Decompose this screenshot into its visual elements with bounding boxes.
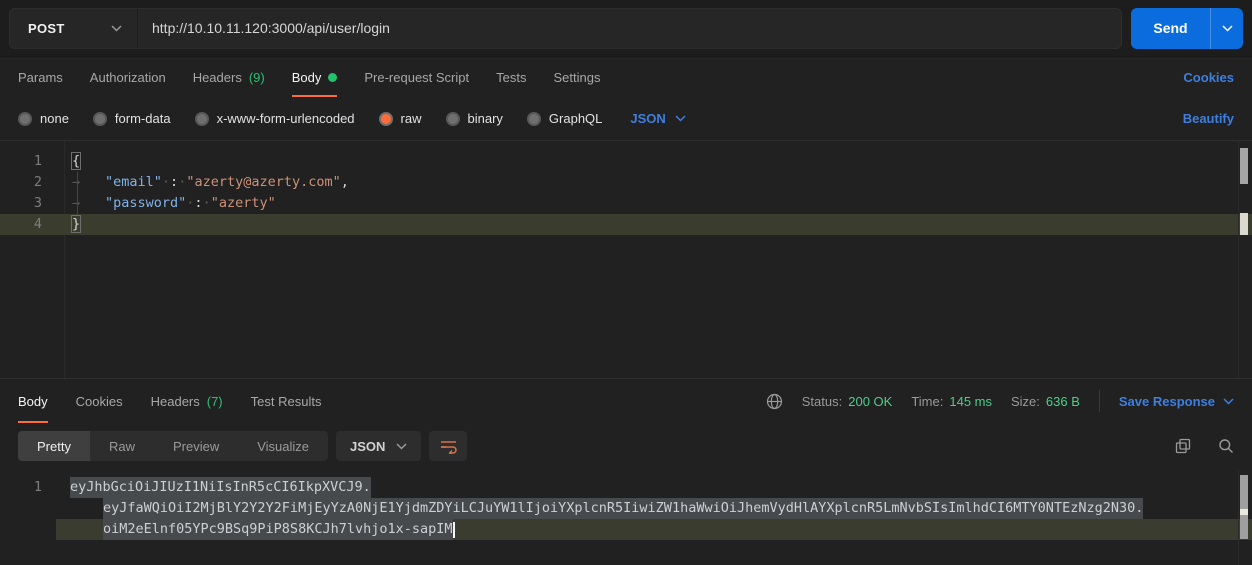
view-preview[interactable]: Preview <box>154 431 238 461</box>
radio-raw-selected-icon <box>379 112 393 126</box>
jwt-payload-segment: eyJfaWQiOiI2MjBlY2Y2Y2FiMjEyYzA0NjE1Yjdm… <box>103 498 1143 519</box>
radio-form-data[interactable]: form-data <box>93 111 171 126</box>
request-bar: POST http://10.10.11.120:3000/api/user/l… <box>9 8 1122 49</box>
response-scrollbar-thumb[interactable] <box>1240 475 1248 539</box>
raw-format-select[interactable]: JSON <box>630 111 685 126</box>
search-icon[interactable] <box>1218 438 1234 454</box>
editor-line-2: 2 →"email"·:·"azerty@azerty.com", <box>0 172 1252 193</box>
body-type-options: none form-data x-www-form-urlencoded raw… <box>0 97 1252 140</box>
request-url-bar: POST http://10.10.11.120:3000/api/user/l… <box>0 0 1252 57</box>
copy-icon[interactable] <box>1175 438 1191 454</box>
radio-none[interactable]: none <box>18 111 69 126</box>
cookies-link[interactable]: Cookies <box>1183 57 1234 97</box>
postman-window: POST http://10.10.11.120:3000/api/user/l… <box>0 0 1252 565</box>
editor-cursor-line-marker <box>1240 213 1248 235</box>
radio-graphql[interactable]: GraphQL <box>527 111 602 126</box>
time-value: 145 ms <box>949 394 992 409</box>
chevron-down-icon <box>1223 398 1234 405</box>
radio-urlencoded[interactable]: x-www-form-urlencoded <box>195 111 355 126</box>
view-raw[interactable]: Raw <box>90 431 154 461</box>
radio-form-data-icon <box>93 112 107 126</box>
response-line-1: 1 eyJhbGciOiJIUzI1NiIsInR5cCI6IkpXVCJ9. <box>0 477 1252 498</box>
line-number: 2 <box>0 172 56 193</box>
editor-line-3: 3 →"password"·:·"azerty" <box>0 193 1252 214</box>
editor-line-1: 1 { <box>0 151 1252 172</box>
chevron-down-icon <box>111 25 122 32</box>
request-body-editor[interactable]: 1 { 2 →"email"·:·"azerty@azerty.com", 3 … <box>0 141 1252 378</box>
tab-prerequest-script[interactable]: Pre-request Script <box>364 57 469 97</box>
tab-headers[interactable]: Headers (9) <box>193 57 265 97</box>
response-header: Body Cookies Headers (7) Test Results St… <box>0 378 1252 423</box>
beautify-link[interactable]: Beautify <box>1183 111 1234 126</box>
status-field: Status: 200 OK <box>802 394 893 409</box>
response-format-select[interactable]: JSON <box>336 431 421 461</box>
send-button[interactable]: Send <box>1131 8 1243 49</box>
response-tool-icons <box>1175 438 1234 454</box>
status-value: 200 OK <box>848 394 892 409</box>
jwt-signature-segment: oiM2eElnf05YPc9BSq9PiP8S8KCJh7lvhjo1x-sa… <box>103 519 453 540</box>
request-tabs: Params Authorization Headers (9) Body Pr… <box>0 57 1252 97</box>
response-line-3-current: oiM2eElnf05YPc9BSq9PiP8S8KCJh7lvhjo1x-sa… <box>0 519 1252 540</box>
response-line-2: eyJfaWQiOiI2MjBlY2Y2Y2FiMjEyYzA0NjE1Yjdm… <box>0 498 1252 519</box>
response-view-switcher: Pretty Raw Preview Visualize <box>18 431 328 461</box>
radio-binary[interactable]: binary <box>446 111 503 126</box>
editor-scrollbar-thumb[interactable] <box>1240 148 1248 184</box>
tabs-spacer <box>627 57 1156 97</box>
method-select[interactable]: POST <box>10 9 138 48</box>
tab-body[interactable]: Body <box>292 57 338 97</box>
tab-tests[interactable]: Tests <box>496 57 526 97</box>
radio-raw[interactable]: raw <box>379 111 422 126</box>
vertical-divider <box>1099 390 1100 412</box>
response-tab-test-results[interactable]: Test Results <box>251 379 322 423</box>
send-options-caret[interactable] <box>1210 8 1243 49</box>
jwt-header-segment: eyJhbGciOiJIUzI1NiIsInR5cCI6IkpXVCJ9. <box>70 477 371 498</box>
headers-count: (9) <box>249 70 265 85</box>
indent-guide <box>77 172 78 214</box>
size-field: Size: 636 B <box>1011 394 1080 409</box>
radio-urlencoded-icon <box>195 112 209 126</box>
text-cursor <box>453 522 455 538</box>
radio-none-icon <box>18 112 32 126</box>
wrap-lines-button[interactable] <box>429 431 467 461</box>
editor-scrollbar-track <box>1238 141 1239 378</box>
response-line-number: 1 <box>0 477 56 498</box>
view-pretty[interactable]: Pretty <box>18 431 90 461</box>
line-number: 4 <box>0 214 56 235</box>
tab-authorization[interactable]: Authorization <box>90 57 166 97</box>
response-tab-cookies[interactable]: Cookies <box>76 379 123 423</box>
response-headers-count: (7) <box>207 394 223 409</box>
chevron-down-icon <box>396 443 407 450</box>
editor-line-4-current: 4 } <box>0 214 1252 235</box>
tab-params[interactable]: Params <box>18 57 63 97</box>
response-meta: Status: 200 OK Time: 145 ms Size: 636 B … <box>766 379 1234 423</box>
response-tab-headers[interactable]: Headers (7) <box>151 379 223 423</box>
response-scrollbar-track <box>1238 469 1239 565</box>
line-number: 3 <box>0 193 56 214</box>
size-value: 636 B <box>1046 394 1080 409</box>
response-cursor-line-marker <box>1240 509 1248 515</box>
response-body-viewer[interactable]: 1 eyJhbGciOiJIUzI1NiIsInR5cCI6IkpXVCJ9. … <box>0 469 1252 565</box>
current-line-highlight: oiM2eElnf05YPc9BSq9PiP8S8KCJh7lvhjo1x-sa… <box>56 519 1252 540</box>
time-field: Time: 145 ms <box>911 394 992 409</box>
url-input[interactable]: http://10.10.11.120:3000/api/user/login <box>138 9 1121 48</box>
method-label: POST <box>28 21 65 36</box>
response-tab-body[interactable]: Body <box>18 379 48 423</box>
response-toolbar: Pretty Raw Preview Visualize JSON <box>0 423 1252 469</box>
save-response-button[interactable]: Save Response <box>1119 394 1234 409</box>
wrap-lines-icon <box>440 439 457 454</box>
network-globe-icon[interactable] <box>766 393 783 410</box>
tab-settings[interactable]: Settings <box>553 57 600 97</box>
chevron-down-icon <box>675 115 686 122</box>
view-visualize[interactable]: Visualize <box>238 431 328 461</box>
line-number: 1 <box>0 151 56 172</box>
body-modified-dot <box>328 73 337 82</box>
radio-binary-icon <box>446 112 460 126</box>
close-brace: } <box>72 216 80 232</box>
radio-graphql-icon <box>527 112 541 126</box>
send-button-label[interactable]: Send <box>1131 8 1210 49</box>
open-brace: { <box>72 153 80 169</box>
